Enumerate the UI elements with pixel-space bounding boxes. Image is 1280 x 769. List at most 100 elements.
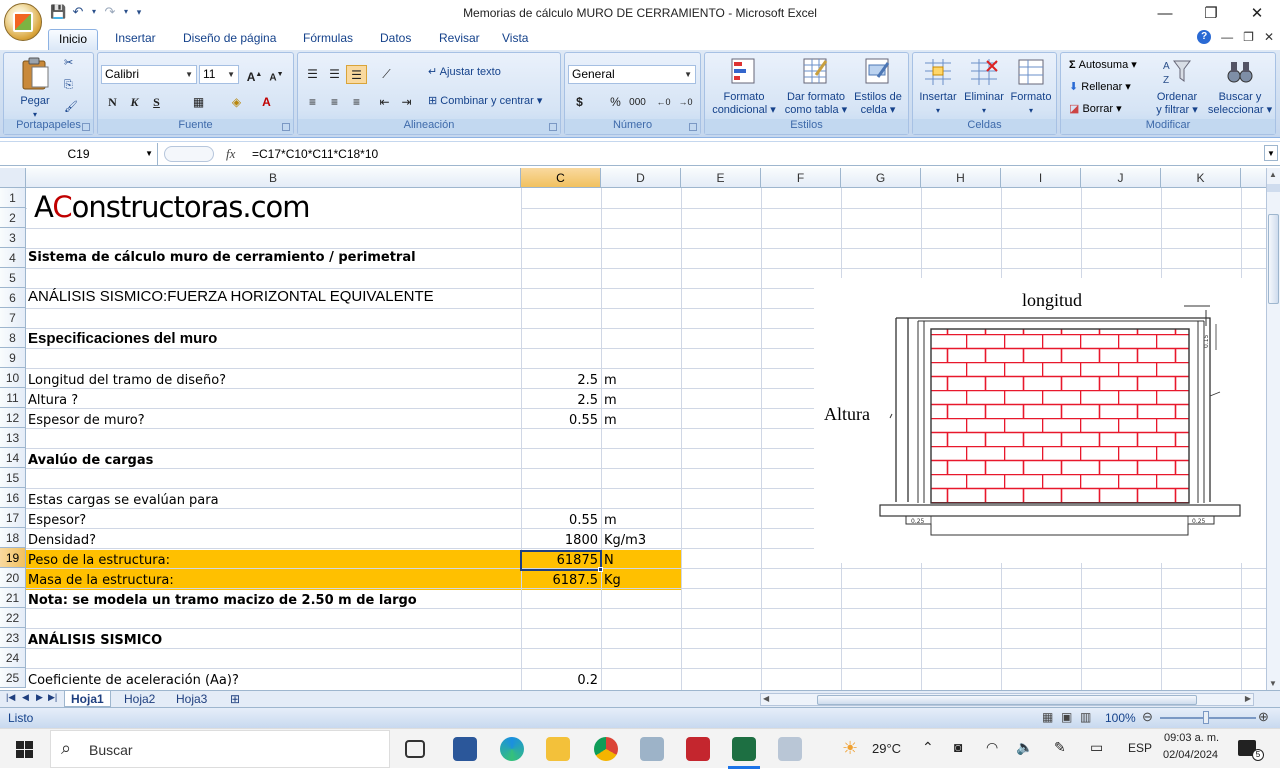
bold-icon[interactable]: N xyxy=(102,93,123,112)
file-explorer-icon[interactable] xyxy=(546,737,570,761)
tab-inicio[interactable]: Inicio xyxy=(48,29,99,50)
row-header[interactable]: 2 xyxy=(0,208,26,228)
row-header[interactable]: 8 xyxy=(0,328,26,348)
sort-filter-button[interactable]: AZ Ordenar y filtrar ▾ xyxy=(1149,57,1205,117)
row-header[interactable]: 4 xyxy=(0,248,26,268)
minimize-icon[interactable]: — xyxy=(1142,0,1188,27)
expand-formula-bar-icon[interactable]: ▼ xyxy=(1264,145,1278,161)
increase-indent-icon[interactable]: ⇥ xyxy=(396,93,417,112)
column-header-l[interactable] xyxy=(1241,168,1266,188)
borders-icon[interactable]: ▦ xyxy=(188,93,209,112)
column-header-k[interactable]: K xyxy=(1161,168,1241,188)
fill-handle[interactable] xyxy=(598,567,603,572)
tab-datos[interactable]: Datos xyxy=(370,29,421,50)
fill-button[interactable]: ⬇ Rellenar ▾ xyxy=(1069,81,1131,94)
dialog-launcher-icon[interactable] xyxy=(82,123,90,131)
language-indicator[interactable]: ESP xyxy=(1128,741,1152,755)
column-header-h[interactable]: H xyxy=(921,168,1001,188)
cell-b17[interactable]: Espesor? xyxy=(28,511,86,531)
horizontal-scroll-thumb[interactable] xyxy=(817,695,1197,705)
clear-button[interactable]: ◪ Borrar ▾ xyxy=(1069,103,1122,116)
wrap-text-button[interactable]: ↵ Ajustar texto xyxy=(428,66,501,79)
column-header-j[interactable]: J xyxy=(1081,168,1161,188)
paste-button[interactable]: Pegar ▾ xyxy=(10,57,60,121)
sheet-tab-hoja3[interactable]: Hoja3 xyxy=(170,691,213,707)
zoom-level[interactable]: 100% xyxy=(1105,711,1136,725)
dialog-launcher-icon[interactable] xyxy=(282,123,290,131)
row-header[interactable]: 24 xyxy=(0,648,26,668)
cell-d17[interactable]: m xyxy=(604,511,617,531)
cell-b23[interactable]: ANÁLISIS SISMICO xyxy=(28,631,162,651)
cell-d20[interactable]: Kg xyxy=(604,571,621,591)
cell-c25[interactable]: 0.2 xyxy=(521,671,601,690)
sheet-tab-hoja2[interactable]: Hoja2 xyxy=(118,691,161,707)
keyboard-icon[interactable]: ▭ xyxy=(1090,739,1103,756)
column-header-f[interactable]: F xyxy=(761,168,841,188)
format-as-table-button[interactable]: Dar formato como tabla ▾ xyxy=(781,57,851,117)
cut-icon[interactable]: ✂ xyxy=(64,57,73,70)
fill-color-icon[interactable]: ◈ xyxy=(226,93,247,112)
ribbon-restore-icon[interactable]: ❐ xyxy=(1243,30,1254,44)
cell-c18[interactable]: 1800 xyxy=(521,531,601,551)
clock-time[interactable]: 09:03 a. m. xyxy=(1164,732,1219,744)
page-break-view-icon[interactable]: ▥ xyxy=(1080,710,1091,724)
currency-icon[interactable]: $ xyxy=(569,93,590,112)
split-box[interactable] xyxy=(1267,184,1280,192)
shrink-font-icon[interactable]: A▼ xyxy=(266,65,287,84)
insert-cells-button[interactable]: Insertar ▾ xyxy=(915,57,961,117)
row-header[interactable]: 11 xyxy=(0,388,26,408)
store-icon[interactable] xyxy=(453,737,477,761)
grow-font-icon[interactable]: A▲ xyxy=(244,65,265,84)
row-header[interactable]: 6 xyxy=(0,288,26,308)
row-header[interactable]: 23 xyxy=(0,628,26,648)
font-color-icon[interactable]: A xyxy=(256,93,277,112)
row-header[interactable]: 20 xyxy=(0,568,26,588)
edge-icon[interactable] xyxy=(500,737,524,761)
select-all-corner[interactable] xyxy=(0,168,26,188)
cell-b20[interactable]: Masa de la estructura: xyxy=(28,571,174,591)
cell-b12[interactable]: Espesor de muro? xyxy=(28,411,145,431)
autosum-button[interactable]: Σ Autosuma ▾ xyxy=(1069,59,1137,72)
row-header[interactable]: 12 xyxy=(0,408,26,428)
normal-view-icon[interactable]: ▦ xyxy=(1042,710,1053,724)
task-view-icon[interactable] xyxy=(405,740,425,758)
cell-b18[interactable]: Densidad? xyxy=(28,531,96,551)
weather-icon[interactable]: ☀ xyxy=(842,738,858,759)
mcafee-icon[interactable] xyxy=(686,737,710,761)
orientation-icon[interactable]: ⟋ xyxy=(376,65,397,84)
cell-c12[interactable]: 0.55 xyxy=(521,411,601,431)
percent-icon[interactable]: % xyxy=(605,93,626,112)
cell-b16[interactable]: Estas cargas se evalúan para xyxy=(28,491,219,511)
find-select-button[interactable]: Buscar y seleccionar ▾ xyxy=(1205,57,1275,117)
cell-b10[interactable]: Longitud del tramo de diseño? xyxy=(28,371,226,391)
row-header[interactable]: 15 xyxy=(0,468,26,488)
row-header[interactable]: 22 xyxy=(0,608,26,628)
horizontal-scrollbar[interactable]: ◀ ▶ xyxy=(760,693,1254,706)
sheet-tab-hoja1[interactable]: Hoja1 xyxy=(64,691,111,707)
merge-center-button[interactable]: ⊞ Combinar y centrar ▾ xyxy=(428,95,542,108)
vertical-scrollbar[interactable]: ▲ ▼ xyxy=(1266,168,1280,690)
volume-icon[interactable]: 🔈 xyxy=(1016,739,1033,756)
cell-b11[interactable]: Altura ? xyxy=(28,391,78,411)
tab-revisar[interactable]: Revisar xyxy=(429,29,490,50)
row-header[interactable]: 9 xyxy=(0,348,26,368)
worksheet-grid[interactable]: B C D E F G H I J K 1 2 3 4 5 6 7 8 9 10… xyxy=(0,168,1266,690)
cell-b14[interactable]: Avalúo de cargas xyxy=(28,451,153,471)
align-left-icon[interactable]: ≡ xyxy=(302,93,323,112)
page-layout-view-icon[interactable]: ▣ xyxy=(1061,710,1072,724)
align-center-icon[interactable]: ≡ xyxy=(324,93,345,112)
wifi-icon[interactable]: ◠ xyxy=(986,739,998,756)
format-painter-icon[interactable]: 🖌 xyxy=(64,101,78,114)
row-header[interactable]: 3 xyxy=(0,228,26,248)
copy-icon[interactable]: ⎘ xyxy=(64,79,73,92)
column-header-e[interactable]: E xyxy=(681,168,761,188)
column-header-c[interactable]: C xyxy=(521,168,601,188)
row-header[interactable]: 19 xyxy=(0,548,26,568)
row-header[interactable]: 13 xyxy=(0,428,26,448)
cell-c17[interactable]: 0.55 xyxy=(521,511,601,531)
cell-d12[interactable]: m xyxy=(604,411,617,431)
scroll-right-icon[interactable]: ▶ xyxy=(1245,694,1251,703)
decrease-indent-icon[interactable]: ⇤ xyxy=(374,93,395,112)
cell-c20[interactable]: 6187.5 xyxy=(521,571,601,591)
column-header-i[interactable]: I xyxy=(1001,168,1081,188)
